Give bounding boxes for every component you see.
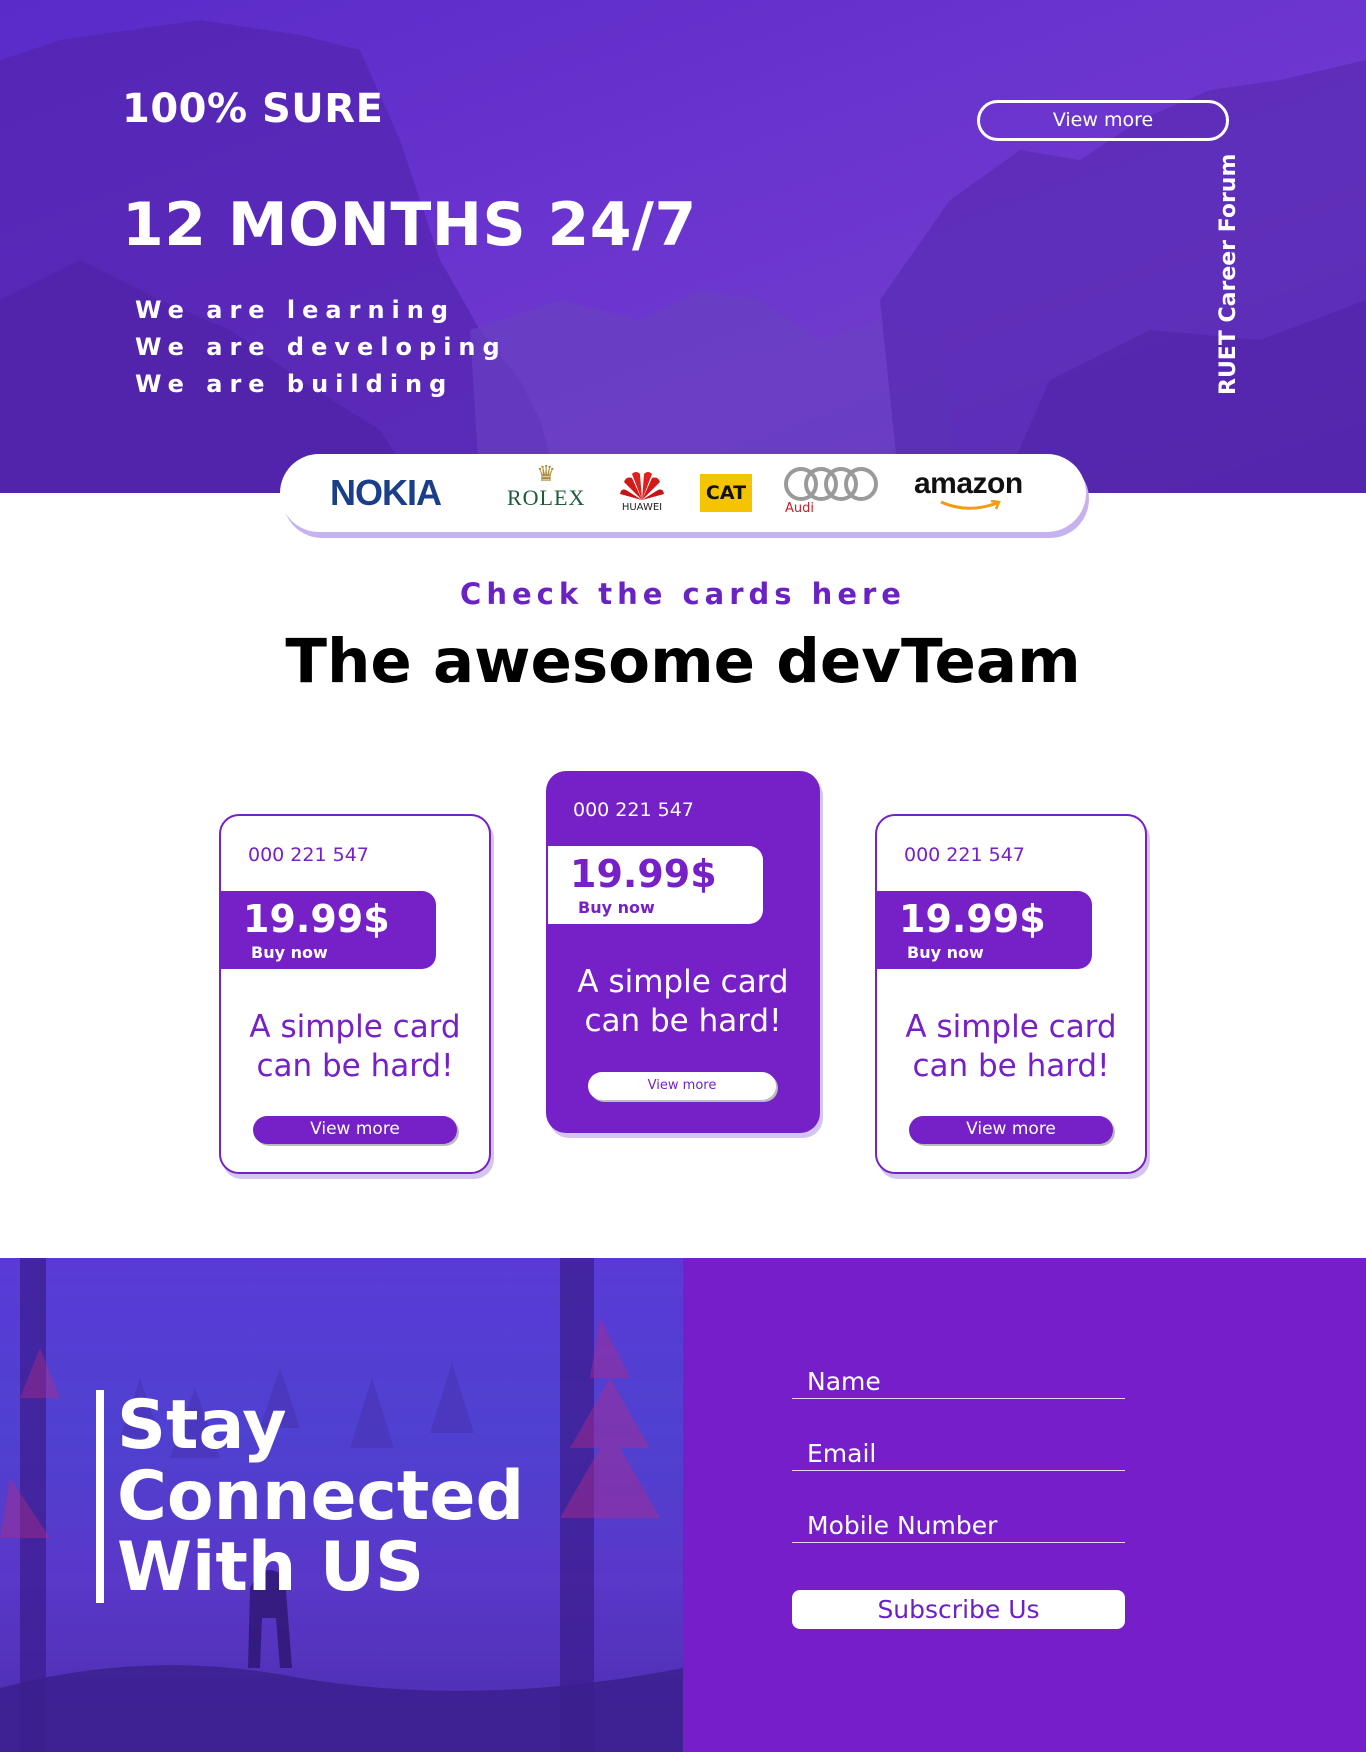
stay-title-line-2: Connected — [117, 1457, 525, 1536]
card-buy-now[interactable]: Buy now — [251, 943, 328, 962]
card-code: 000 221 547 — [904, 844, 1025, 866]
hero-lines: We are learning We are developing We are… — [135, 292, 507, 403]
card-description: A simple card can be hard! — [546, 963, 820, 1041]
price-card-center: 000 221 547 19.99$ Buy now A simple card… — [546, 771, 820, 1133]
partner-logo-strip: NOKIA ♛ ROLEX HUAWEI CAT Audi amazon — [280, 454, 1086, 532]
card-buy-now[interactable]: Buy now — [907, 943, 984, 962]
amazon-logo: amazon — [914, 468, 1023, 512]
card-description-line-1: A simple card — [905, 1009, 1117, 1045]
hero-headline: 12 MONTHS 24/7 — [122, 190, 697, 260]
stay-title-line-1: Stay — [117, 1386, 287, 1465]
section-title: The awesome devTeam — [285, 626, 1081, 697]
card-price: 19.99$ — [899, 897, 1046, 941]
card-description-line-2: can be hard! — [912, 1048, 1110, 1084]
card-description: A simple card can be hard! — [221, 1008, 489, 1086]
card-code: 000 221 547 — [573, 799, 694, 821]
nokia-logo: NOKIA — [330, 472, 442, 513]
name-placeholder: Name — [807, 1367, 881, 1396]
email-field[interactable]: Email — [792, 1431, 1125, 1471]
price-card-right: 000 221 547 19.99$ Buy now A simple card… — [875, 814, 1147, 1174]
price-card-left: 000 221 547 19.99$ Buy now A simple card… — [219, 814, 491, 1174]
amazon-smile-icon — [940, 500, 1002, 510]
hero-tagline: 100% SURE — [122, 86, 384, 132]
card-view-more-button[interactable]: View more — [588, 1072, 776, 1100]
card-description-line-2: can be hard! — [256, 1048, 454, 1084]
card-description: A simple card can be hard! — [877, 1008, 1145, 1086]
card-price-box: 19.99$ Buy now — [221, 891, 436, 969]
card-buy-now[interactable]: Buy now — [578, 898, 655, 917]
audi-logo: Audi — [783, 466, 881, 516]
card-price: 19.99$ — [243, 897, 390, 941]
card-price-box: 19.99$ Buy now — [877, 891, 1092, 969]
card-description-line-1: A simple card — [249, 1009, 461, 1045]
card-code: 000 221 547 — [248, 844, 369, 866]
hero-line-building: We are building — [135, 370, 454, 398]
audi-rings-icon — [784, 467, 878, 501]
cat-logo: CAT — [700, 474, 752, 512]
mobile-number-placeholder: Mobile Number — [807, 1511, 998, 1540]
stay-connected-title: Stay Connected With US — [117, 1390, 524, 1603]
stay-title-line-3: With US — [117, 1528, 425, 1607]
huawei-wordmark: HUAWEI — [621, 502, 663, 513]
hero-vertical-brand: RUET Career Forum — [1216, 153, 1241, 395]
amazon-wordmark: amazon — [914, 467, 1023, 500]
hero-section: 100% SURE 12 MONTHS 24/7 We are learning… — [0, 0, 1366, 493]
huawei-petals-icon — [620, 472, 664, 500]
card-view-more-button[interactable]: View more — [253, 1116, 457, 1144]
mobile-number-field[interactable]: Mobile Number — [792, 1503, 1125, 1543]
hero-view-more-button[interactable]: View more — [977, 100, 1229, 141]
rolex-wordmark: ROLEX — [507, 485, 586, 510]
rolex-crown-icon: ♛ — [536, 462, 557, 487]
audi-wordmark: Audi — [785, 501, 814, 516]
card-view-more-button[interactable]: View more — [909, 1116, 1113, 1144]
name-field[interactable]: Name — [792, 1359, 1125, 1399]
hero-line-developing: We are developing — [135, 333, 507, 361]
card-price: 19.99$ — [570, 852, 717, 896]
subscribe-button[interactable]: Subscribe Us — [792, 1590, 1125, 1629]
rolex-logo: ♛ ROLEX — [507, 464, 585, 510]
email-placeholder: Email — [807, 1439, 877, 1468]
stay-connected-accent-bar — [96, 1390, 104, 1603]
section-subtitle: Check the cards here — [460, 577, 906, 611]
card-description-line-2: can be hard! — [584, 1003, 782, 1039]
hero-line-learning: We are learning — [135, 296, 456, 324]
card-price-box: 19.99$ Buy now — [548, 846, 763, 924]
card-description-line-1: A simple card — [577, 964, 789, 1000]
huawei-logo: HUAWEI — [618, 468, 666, 514]
